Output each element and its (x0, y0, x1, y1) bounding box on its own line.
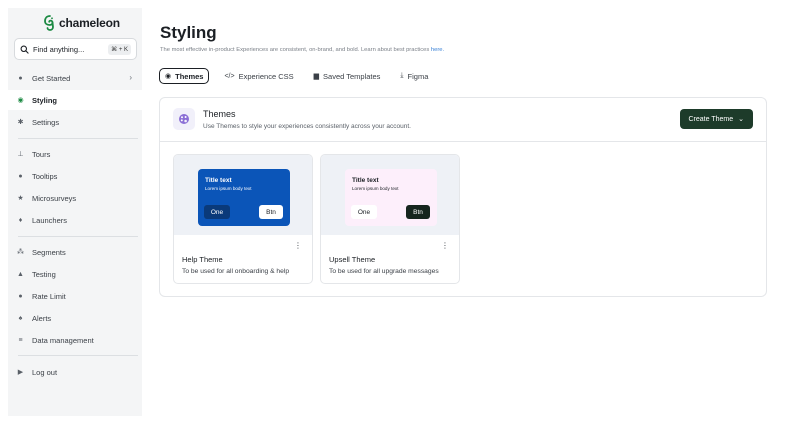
create-theme-label: Create Theme (688, 115, 734, 123)
search-input[interactable]: Find anything... ⌘ + K (14, 38, 137, 60)
sidebar-item-tooltips[interactable]: ● Tooltips (8, 166, 142, 186)
theme-description: To be used for all upgrade messages (329, 268, 439, 275)
sidebar-item-label: Tooltips (32, 171, 58, 181)
sidebar-item-label: Data management (32, 335, 94, 345)
sidebar-item-label: Styling (32, 95, 58, 105)
palette-icon (179, 114, 189, 124)
sidebar-divider (18, 138, 138, 139)
theme-name: Help Theme (182, 255, 223, 264)
sidebar-item-label: Alerts (32, 313, 52, 323)
info-icon: ● (18, 172, 23, 180)
sidebar-item-label: Log out (32, 367, 58, 377)
theme-preview-box: Title text Lorem ipsum body text One Btn (345, 169, 437, 226)
sidebar-item-data-management[interactable]: ≡ Data management (8, 330, 142, 350)
bell-icon: ♠ (18, 314, 23, 322)
star-icon: ★ (17, 195, 24, 202)
database-icon: ≡ (18, 336, 23, 344)
chevron-down-icon: ⌄ (738, 116, 744, 123)
gauge-icon: ● (18, 292, 23, 300)
sidebar-divider (18, 355, 138, 356)
preview-title: Title text (352, 177, 379, 184)
sidebar: chameleon Find anything... ⌘ + K ● Get S… (8, 8, 142, 416)
search-shortcut-badge: ⌘ + K (108, 43, 131, 55)
sidebar-item-label: Testing (32, 269, 56, 279)
themes-panel-subtitle: Use Themes to style your experiences con… (203, 123, 411, 130)
sidebar-item-label: Tours (32, 149, 51, 159)
tab-label: Saved Templates (323, 71, 381, 81)
theme-description: To be used for all onboarding & help (182, 268, 290, 275)
more-options-icon[interactable]: ⋮ (294, 241, 302, 250)
page-description: The most effective in-product Experience… (160, 47, 444, 53)
preview-secondary-button: Btn (259, 205, 283, 219)
tab-themes[interactable]: ◉ Themes (159, 68, 210, 84)
chevron-right-icon: › (129, 73, 132, 82)
tab-bar: ◉ Themes </> Experience CSS ▆ Saved Temp… (159, 68, 433, 84)
tab-label: Themes (175, 71, 204, 81)
theme-card-upsell[interactable]: Title text Lorem ipsum body text One Btn… (320, 154, 460, 284)
create-theme-button[interactable]: Create Theme ⌄ (679, 109, 753, 129)
code-icon: </> (224, 72, 235, 80)
palette-icon: ◉ (165, 73, 172, 80)
preview-title: Title text (205, 177, 232, 184)
chameleon-logo-icon (44, 15, 54, 31)
sidebar-item-styling[interactable]: ◉ Styling (8, 90, 142, 110)
sidebar-item-rate-limit[interactable]: ● Rate Limit (8, 286, 142, 306)
page-title: Styling (160, 23, 217, 42)
theme-preview: Title text Lorem ipsum body text One Btn (174, 155, 312, 235)
pin-icon: ⊥ (17, 151, 24, 158)
gear-icon: ✱ (17, 119, 24, 126)
themes-panel-header: Themes Use Themes to style your experien… (160, 98, 766, 142)
tab-figma[interactable]: ⤓ Figma (395, 68, 433, 84)
sidebar-item-label: Segments (32, 247, 66, 257)
sidebar-item-label: Rate Limit (32, 291, 66, 301)
more-options-icon[interactable]: ⋮ (441, 241, 449, 250)
brand-logo[interactable]: chameleon (44, 14, 120, 32)
sidebar-item-label: Microsurveys (32, 193, 77, 203)
template-icon: ▆ (313, 73, 320, 80)
themes-panel-title: Themes (203, 109, 236, 119)
themes-panel: Themes Use Themes to style your experien… (159, 97, 767, 297)
sidebar-item-microsurveys[interactable]: ★ Microsurveys (8, 188, 142, 208)
brand-name: chameleon (59, 16, 120, 30)
preview-secondary-button: Btn (406, 205, 430, 219)
rocket-icon: ● (18, 74, 23, 82)
preview-body: Lorem ipsum body text (205, 186, 252, 191)
tab-experience-css[interactable]: </> Experience CSS (219, 68, 298, 84)
best-practices-link[interactable]: here. (431, 47, 444, 53)
tab-label: Figma (407, 71, 429, 81)
preview-primary-button: One (204, 205, 230, 219)
sidebar-divider (18, 236, 138, 237)
theme-name: Upsell Theme (329, 255, 376, 264)
sidebar-item-log-out[interactable]: ▶ Log out (8, 362, 142, 382)
bulb-icon: ♦ (18, 216, 23, 224)
people-icon: ⁂ (17, 249, 24, 256)
page-description-text: The most effective in-product Experience… (160, 47, 430, 53)
logout-icon: ▶ (17, 369, 24, 376)
sidebar-item-alerts[interactable]: ♠ Alerts (8, 308, 142, 328)
sidebar-item-label: Get Started (32, 73, 71, 83)
sidebar-item-tours[interactable]: ⊥ Tours (8, 144, 142, 164)
sidebar-item-testing[interactable]: ▲ Testing (8, 264, 142, 284)
theme-card-help[interactable]: Title text Lorem ipsum body text One Btn… (173, 154, 313, 284)
download-icon: ⤓ (400, 72, 404, 79)
sidebar-item-launchers[interactable]: ♦ Launchers (8, 210, 142, 230)
palette-icon: ◉ (17, 97, 24, 104)
sidebar-item-label: Launchers (32, 215, 68, 225)
search-icon (20, 45, 29, 54)
tab-label: Experience CSS (238, 71, 294, 81)
search-placeholder: Find anything... (33, 44, 85, 54)
sidebar-item-segments[interactable]: ⁂ Segments (8, 242, 142, 262)
preview-body: Lorem ipsum body text (352, 186, 399, 191)
sidebar-item-get-started[interactable]: ● Get Started › (8, 68, 142, 88)
preview-primary-button: One (351, 205, 377, 219)
themes-icon-tile (173, 108, 195, 130)
theme-preview-box: Title text Lorem ipsum body text One Btn (198, 169, 290, 226)
sidebar-item-label: Settings (32, 117, 60, 127)
theme-preview: Title text Lorem ipsum body text One Btn (321, 155, 459, 235)
sidebar-item-settings[interactable]: ✱ Settings (8, 112, 142, 132)
tab-saved-templates[interactable]: ▆ Saved Templates (309, 68, 386, 84)
flask-icon: ▲ (17, 270, 24, 278)
